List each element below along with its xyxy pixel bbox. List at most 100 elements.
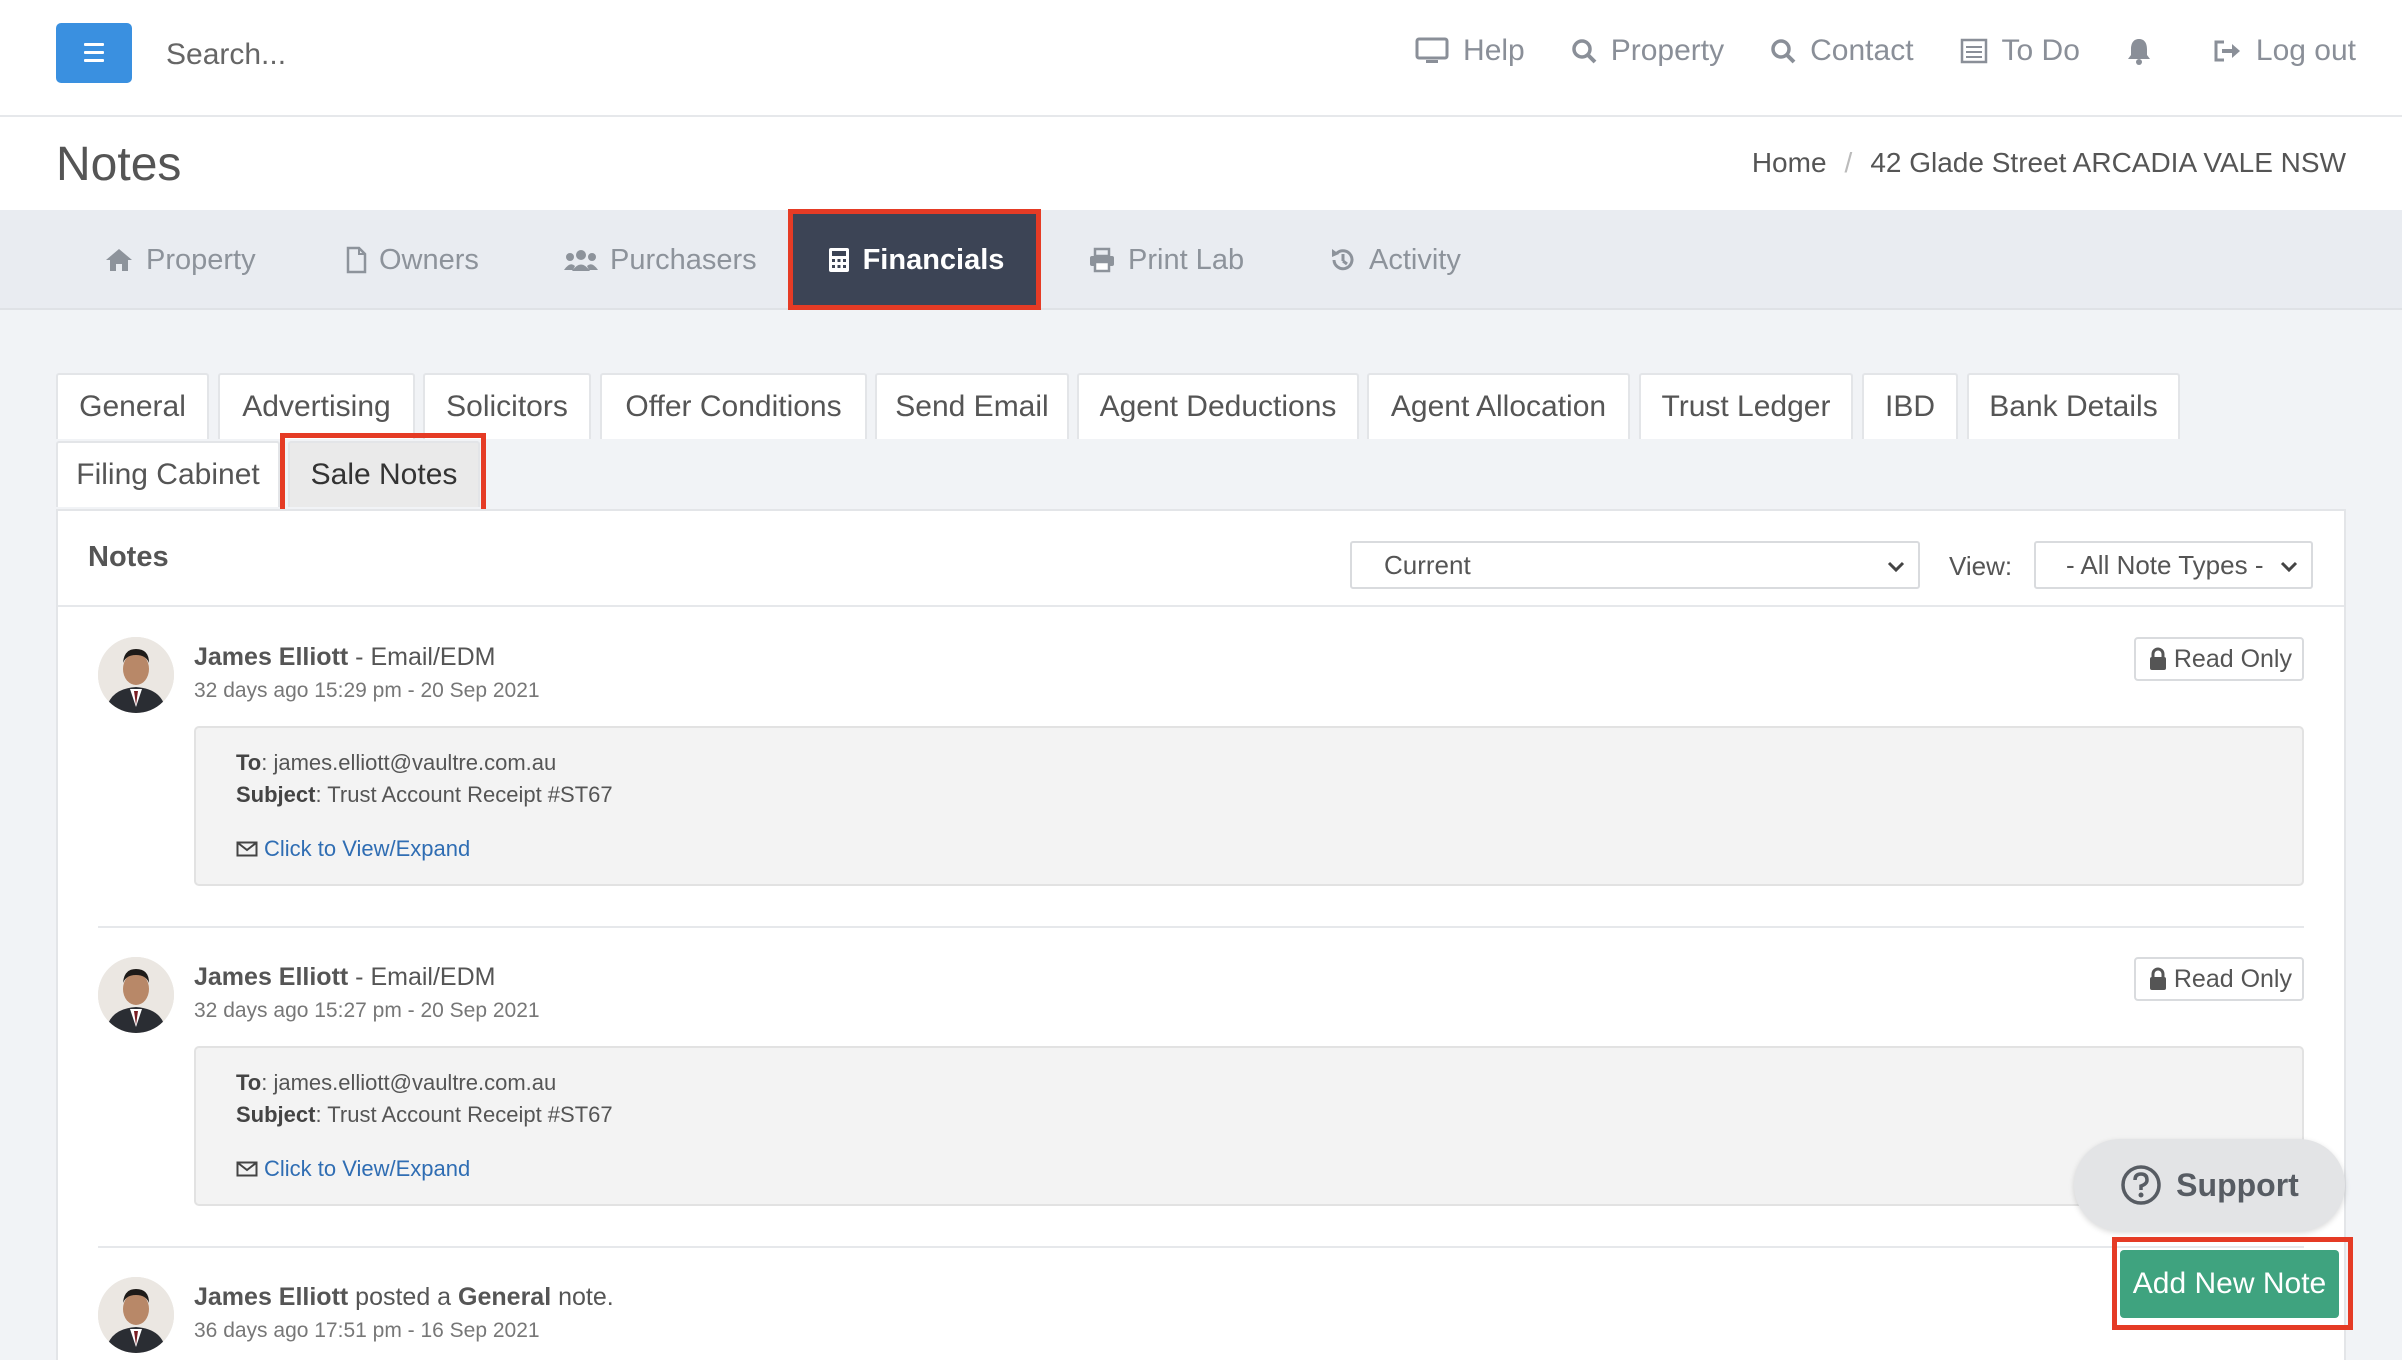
note-author: James Elliott xyxy=(194,643,349,671)
envelope-icon xyxy=(236,841,258,857)
subtab-bank-details[interactable]: Bank Details xyxy=(1967,373,2180,439)
subtab-general[interactable]: General xyxy=(56,373,209,439)
subtab-filing-cabinet[interactable]: Filing Cabinet xyxy=(56,441,280,507)
tab-financials-label: Financials xyxy=(862,243,1005,276)
note-item: James Elliott posted a General note. 36 … xyxy=(98,1277,2304,1360)
note-item: James Elliott - Email/EDM 32 days ago 15… xyxy=(98,637,2304,907)
subtab-solicitors[interactable]: Solicitors xyxy=(423,373,591,439)
read-only-label: Read Only xyxy=(2173,644,2292,673)
help-label: Help xyxy=(1463,34,1525,67)
view-expand-link[interactable]: Click to View/Expand xyxy=(236,1156,470,1182)
tab-print-lab[interactable]: Print Lab xyxy=(1088,210,1244,310)
todo-label: To Do xyxy=(2001,34,2080,67)
page-title: Notes xyxy=(56,138,182,191)
read-only-badge[interactable]: Read Only xyxy=(2133,637,2304,681)
view-expand-label: Click to View/Expand xyxy=(264,1156,471,1181)
note-item: James Elliott - Email/EDM 32 days ago 15… xyxy=(98,957,2304,1227)
search-icon xyxy=(1572,39,1597,64)
printer-icon xyxy=(1090,247,1114,273)
subtab-trust-ledger[interactable]: Trust Ledger xyxy=(1639,373,1853,439)
search-input[interactable]: Search... xyxy=(166,38,286,72)
help-link[interactable]: Help xyxy=(1415,34,1525,68)
email-subject-line: Subject: Trust Account Receipt #ST67 xyxy=(236,1102,613,1128)
subtab-agent-deductions[interactable]: Agent Deductions xyxy=(1077,373,1359,439)
tab-purchasers[interactable]: Purchasers xyxy=(564,210,757,310)
email-to-line: To: james.elliott@vaultre.com.au xyxy=(236,1070,556,1096)
read-only-label: Read Only xyxy=(2173,964,2292,993)
note-category: General xyxy=(458,1283,552,1311)
subject-label: Subject xyxy=(236,782,316,807)
file-icon xyxy=(346,246,367,274)
notes-panel: Notes Current View: - All Note Types - J… xyxy=(56,509,2346,1360)
envelope-icon xyxy=(236,1161,258,1177)
email-to: : james.elliott@vaultre.com.au xyxy=(261,750,557,775)
tab-activity-label: Activity xyxy=(1369,243,1461,276)
support-label: Support xyxy=(2176,1166,2299,1203)
list-icon xyxy=(1960,38,1987,64)
breadcrumb-home[interactable]: Home xyxy=(1752,147,1827,179)
avatar xyxy=(98,957,174,1033)
subtab-advertising[interactable]: Advertising xyxy=(218,373,415,439)
email-to-line: To: james.elliott@vaultre.com.au xyxy=(236,750,556,776)
note-author-line: James Elliott posted a General note. xyxy=(194,1283,614,1312)
view-label: View: xyxy=(1949,551,2013,581)
subtab-agent-allocation[interactable]: Agent Allocation xyxy=(1367,373,1630,439)
avatar xyxy=(98,637,174,713)
hamburger-menu-button[interactable] xyxy=(56,23,132,83)
note-author: James Elliott xyxy=(194,963,349,991)
tab-property[interactable]: Property xyxy=(104,210,256,310)
lock-icon xyxy=(2149,967,2166,990)
tab-financials[interactable]: Financials xyxy=(792,210,1039,310)
monitor-icon xyxy=(1415,37,1449,63)
status-select-value: Current xyxy=(1384,549,1471,580)
note-timestamp: 36 days ago 17:51 pm - 16 Sep 2021 xyxy=(194,1319,540,1342)
contact-label: Contact xyxy=(1810,34,1914,67)
property-search-link[interactable]: Property xyxy=(1571,34,1724,68)
tab-purchasers-label: Purchasers xyxy=(610,243,757,276)
tab-owners[interactable]: Owners xyxy=(345,210,479,310)
chevron-down-icon xyxy=(1887,561,1905,573)
subject-label: Subject xyxy=(236,1102,316,1127)
tab-activity[interactable]: Activity xyxy=(1329,210,1461,310)
calculator-icon xyxy=(828,248,849,272)
view-expand-label: Click to View/Expand xyxy=(264,836,471,861)
note-type-select-value: - All Note Types - xyxy=(2066,549,2264,580)
note-type: - Email/EDM xyxy=(348,643,496,671)
top-nav: Help Property Contact To Do Log out xyxy=(1369,34,2356,68)
help-circle-icon xyxy=(2121,1165,2161,1205)
notes-panel-header: Notes Current View: - All Note Types - xyxy=(58,511,2344,607)
breadcrumb-current: 42 Glade Street ARCADIA VALE NSW xyxy=(1870,147,2346,178)
bell-icon xyxy=(2127,39,2150,65)
breadcrumb-separator: / xyxy=(1844,147,1853,178)
to-label: To xyxy=(236,750,262,775)
view-expand-link[interactable]: Click to View/Expand xyxy=(236,836,470,862)
logout-link[interactable]: Log out xyxy=(2212,34,2356,68)
email-to: : james.elliott@vaultre.com.au xyxy=(261,1070,557,1095)
note-divider xyxy=(98,1246,2304,1248)
logout-label: Log out xyxy=(2255,34,2356,67)
contact-search-link[interactable]: Contact xyxy=(1770,34,1914,68)
read-only-badge[interactable]: Read Only xyxy=(2133,957,2304,1001)
search-icon xyxy=(1771,39,1796,64)
subtab-send-email[interactable]: Send Email xyxy=(875,373,1069,439)
email-subject: : Trust Account Receipt #ST67 xyxy=(315,782,613,807)
home-icon xyxy=(106,249,132,271)
note-type-select[interactable]: - All Note Types - xyxy=(2034,541,2313,589)
tab-print-lab-label: Print Lab xyxy=(1128,243,1245,276)
support-button[interactable]: Support xyxy=(2074,1139,2345,1231)
tab-property-label: Property xyxy=(146,243,256,276)
status-select[interactable]: Current xyxy=(1350,541,1920,589)
subtab-ibd[interactable]: IBD xyxy=(1862,373,1958,439)
subtab-sale-notes[interactable]: Sale Notes xyxy=(288,441,480,507)
panel-title: Notes xyxy=(88,541,169,573)
note-author: James Elliott xyxy=(194,1283,349,1311)
notifications-button[interactable] xyxy=(2126,37,2166,65)
note-type: - Email/EDM xyxy=(348,963,496,991)
lock-icon xyxy=(2149,647,2166,670)
subtab-offer-conditions[interactable]: Offer Conditions xyxy=(600,373,867,439)
page-header: Notes Home / 42 Glade Street ARCADIA VAL… xyxy=(0,117,2402,210)
add-new-note-button[interactable]: Add New Note xyxy=(2120,1250,2339,1318)
history-icon xyxy=(1332,249,1354,271)
todo-link[interactable]: To Do xyxy=(1960,34,2080,68)
users-icon xyxy=(564,250,598,271)
